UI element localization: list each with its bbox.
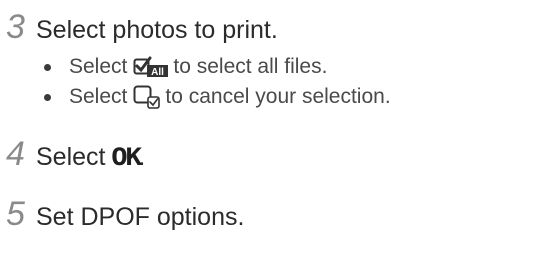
step-5: 5 Set DPOF options. bbox=[6, 197, 244, 231]
bullet-dot bbox=[44, 63, 51, 71]
step-number: 4 bbox=[6, 135, 25, 173]
bullet-prefix: Select bbox=[69, 55, 128, 78]
bullet-cancel-selection: Select to cancel your selection. bbox=[44, 82, 391, 112]
step-3: 3 Select photos to print. bbox=[6, 10, 278, 44]
ok-button-glyph: OK bbox=[111, 143, 143, 171]
step-text: Select photos to print. bbox=[36, 16, 278, 44]
step-4: 4 Select OK . bbox=[6, 137, 145, 171]
bullet-suffix: to cancel your selection. bbox=[165, 85, 391, 108]
step-text: Select bbox=[36, 143, 106, 171]
bullet-dot bbox=[44, 93, 51, 101]
step-text: Set DPOF options. bbox=[36, 203, 245, 231]
step-3-bullets: Select All to select all files. Select t… bbox=[44, 52, 391, 112]
cancel-selection-icon bbox=[133, 84, 161, 110]
bullet-prefix: Select bbox=[69, 85, 128, 108]
bullet-select-all: Select All to select all files. bbox=[44, 52, 391, 82]
step-number: 3 bbox=[6, 8, 25, 46]
step-number: 5 bbox=[6, 195, 25, 233]
select-all-icon: All bbox=[133, 55, 169, 79]
select-all-icon-label: All bbox=[151, 67, 164, 78]
bullet-suffix: to select all files. bbox=[173, 55, 328, 78]
